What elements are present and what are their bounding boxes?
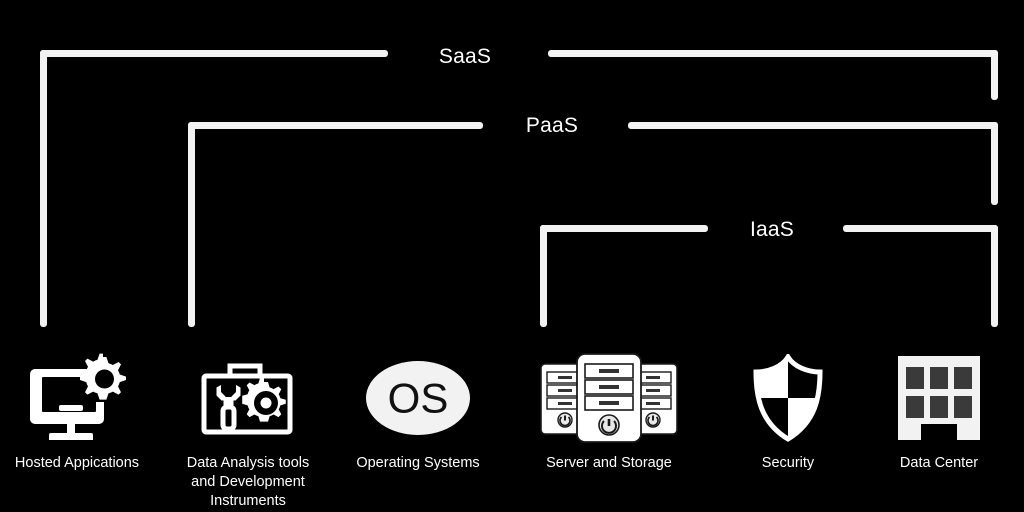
- saas-left-bracket-top: [40, 50, 388, 57]
- shield-icon: [752, 350, 824, 445]
- item-label-operating-systems: Operating Systems: [356, 455, 480, 471]
- paas-right-bracket-top: [628, 122, 998, 129]
- paas-right-bracket-stem: [991, 122, 998, 205]
- item-security: Security: [703, 342, 873, 512]
- toolbox-gear-icon: [194, 350, 302, 445]
- tier-label-iaas: IaaS: [750, 218, 794, 241]
- tier-label-paas: PaaS: [525, 114, 579, 137]
- monitor-gear-icon: [27, 350, 127, 445]
- cloud-service-models-diagram: SaaS PaaS IaaS Hosted Appications Data A…: [0, 0, 1024, 512]
- os-badge-icon: OS: [365, 350, 471, 445]
- item-hosted-applications: Hosted Appications: [0, 342, 162, 512]
- os-badge-text: OS: [388, 374, 449, 421]
- item-label-hosted-applications: Hosted Appications: [14, 455, 140, 471]
- item-label-data-analysis-tools: Data Analysis tools and Development Inst…: [186, 455, 310, 509]
- iaas-right-bracket-stem: [991, 225, 998, 327]
- saas-right-bracket-top: [548, 50, 998, 57]
- paas-left-bracket-top: [188, 122, 483, 129]
- item-data-center: Data Center: [854, 342, 1024, 512]
- item-label-data-center: Data Center: [899, 455, 979, 471]
- building-icon: [898, 350, 980, 445]
- tier-label-saas: SaaS: [438, 45, 492, 68]
- saas-left-bracket-stem: [40, 50, 47, 327]
- item-label-security: Security: [761, 455, 815, 471]
- item-label-server-and-storage: Server and Storage: [546, 455, 672, 471]
- paas-left-bracket-stem: [188, 122, 195, 327]
- item-data-analysis-tools: Data Analysis tools and Development Inst…: [163, 342, 333, 512]
- iaas-left-bracket-stem: [540, 225, 547, 327]
- server-stack-icon: [535, 350, 683, 445]
- item-operating-systems: OS Operating Systems: [333, 342, 503, 512]
- saas-right-bracket-stem: [991, 50, 998, 100]
- item-server-and-storage: Server and Storage: [524, 342, 694, 512]
- iaas-right-bracket-top: [843, 225, 998, 232]
- iaas-left-bracket-top: [540, 225, 708, 232]
